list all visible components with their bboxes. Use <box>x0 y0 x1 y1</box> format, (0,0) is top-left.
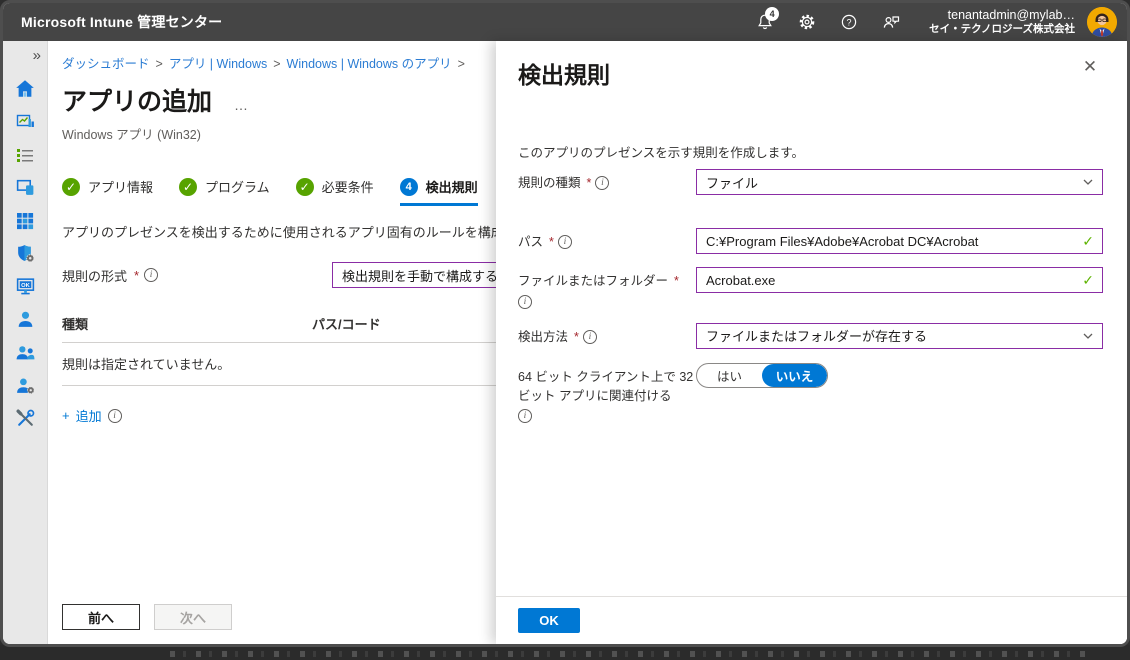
detection-method-select[interactable]: ファイルまたはフォルダーが存在する <box>696 323 1103 349</box>
path-input[interactable] <box>696 228 1103 254</box>
help-button[interactable]: ? <box>831 4 867 40</box>
page-title: アプリの追加 <box>62 82 212 118</box>
panel-title: 検出規則 <box>518 56 1105 90</box>
sidebar-item-home[interactable] <box>8 72 42 105</box>
ok-button[interactable]: OK <box>518 608 580 633</box>
check-circle-icon: ✓ <box>296 178 314 196</box>
step-program[interactable]: ✓ プログラム <box>179 177 270 203</box>
info-icon[interactable]: i <box>583 330 597 344</box>
reports-icon: OK <box>15 276 36 297</box>
info-icon[interactable]: i <box>595 176 609 190</box>
file-folder-input[interactable] <box>696 267 1103 293</box>
topbar-actions: 4 ? <box>747 4 1117 40</box>
tenant-name: セイ・テクノロジーズ株式会社 <box>929 23 1075 36</box>
svg-text:OK: OK <box>21 283 30 289</box>
sidebar-item-users[interactable] <box>8 303 42 336</box>
sidebar-item-troubleshooting[interactable] <box>8 402 42 435</box>
app-title: Microsoft Intune 管理センター <box>21 12 222 32</box>
feedback-icon <box>882 13 901 31</box>
next-button[interactable]: 次へ <box>154 604 232 630</box>
chevron-down-icon <box>1083 332 1093 340</box>
path-label: パス* i <box>518 228 696 252</box>
gear-icon <box>798 13 816 31</box>
home-icon <box>14 78 36 100</box>
sidebar-item-devices[interactable] <box>8 171 42 204</box>
chevron-down-icon <box>1083 178 1093 186</box>
check-circle-icon: ✓ <box>179 178 197 196</box>
required-marker: * <box>134 268 139 283</box>
step-number-badge: 4 <box>400 178 418 196</box>
previous-button[interactable]: 前へ <box>62 604 140 630</box>
column-header-type: 種類 <box>62 314 312 333</box>
breadcrumb-link-windows-apps[interactable]: Windows | Windows のアプリ <box>287 57 452 71</box>
sidebar-item-tenant-admin[interactable] <box>8 369 42 402</box>
browser-window: Microsoft Intune 管理センター 4 <box>0 0 1130 647</box>
check-circle-icon: ✓ <box>62 178 80 196</box>
help-icon: ? <box>840 13 858 31</box>
users-icon <box>15 309 36 330</box>
notification-badge: 4 <box>765 7 779 21</box>
info-icon[interactable]: i <box>518 295 532 309</box>
svg-text:?: ? <box>847 17 852 27</box>
breadcrumb-link-apps-windows[interactable]: アプリ | Windows <box>169 57 267 71</box>
dashboard-icon <box>15 112 35 132</box>
left-nav: » <box>3 41 48 644</box>
user-avatar[interactable] <box>1087 7 1117 37</box>
associate-32bit-toggle: はい いいえ <box>696 363 828 388</box>
step-app-info[interactable]: ✓ アプリ情報 <box>62 177 153 203</box>
sidebar-item-reports[interactable]: OK <box>8 270 42 303</box>
page-context-menu[interactable]: … <box>234 97 250 113</box>
close-icon[interactable]: ✕ <box>1081 57 1099 75</box>
step-requirements[interactable]: ✓ 必要条件 <box>296 177 374 203</box>
sidebar-item-all-services[interactable] <box>8 138 42 171</box>
feedback-button[interactable] <box>873 4 909 40</box>
endpoint-security-icon <box>15 243 36 264</box>
sidebar-item-endpoint-security[interactable] <box>8 237 42 270</box>
info-icon[interactable]: i <box>108 409 122 423</box>
devices-icon <box>15 177 36 198</box>
top-bar: Microsoft Intune 管理センター 4 <box>3 3 1127 41</box>
plus-icon: + <box>62 408 70 423</box>
user-email: tenantadmin@mylab… <box>929 8 1075 24</box>
toggle-option-yes[interactable]: はい <box>697 364 762 387</box>
file-folder-label: ファイルまたはフォルダー* i <box>518 267 696 309</box>
column-header-path-code: パス/コード <box>312 314 381 333</box>
notifications-button[interactable]: 4 <box>747 4 783 40</box>
toggle-option-no[interactable]: いいえ <box>762 364 827 387</box>
step-detection-rules[interactable]: 4 検出規則 <box>400 177 478 206</box>
associate-32bit-label: 64 ビット クライアント上で 32 ビット アプリに関連付ける i <box>518 363 696 424</box>
panel-description: このアプリのプレゼンスを示す規則を作成します。 <box>518 142 1105 161</box>
troubleshooting-icon <box>15 408 36 429</box>
all-services-icon <box>15 145 35 165</box>
panel-footer: OK <box>496 596 1127 644</box>
user-info[interactable]: tenantadmin@mylab… セイ・テクノロジーズ株式会社 <box>929 8 1075 37</box>
apps-icon <box>15 211 35 231</box>
sidebar-item-dashboard[interactable] <box>8 105 42 138</box>
rule-format-label: 規則の形式* i <box>62 266 332 285</box>
info-icon[interactable]: i <box>144 268 158 282</box>
os-taskbar-sliver <box>0 645 1130 660</box>
tenant-admin-icon <box>15 375 36 396</box>
rule-type-label: 規則の種類* i <box>518 169 696 193</box>
add-rule-link[interactable]: + 追加 i <box>62 406 122 425</box>
taskbar-noise <box>170 651 1090 657</box>
wizard-footer: 前へ 次へ <box>62 604 232 630</box>
sidebar-item-groups[interactable] <box>8 336 42 369</box>
sidebar-item-apps[interactable] <box>8 204 42 237</box>
breadcrumb-link-dashboard[interactable]: ダッシュボード <box>62 57 150 71</box>
info-icon[interactable]: i <box>518 409 532 423</box>
chevron-double-right-icon[interactable]: » <box>33 47 41 64</box>
groups-icon <box>15 342 36 363</box>
rule-type-select[interactable]: ファイル <box>696 169 1103 195</box>
detection-method-label: 検出方法* i <box>518 323 696 347</box>
settings-button[interactable] <box>789 4 825 40</box>
detection-rule-flyout: 検出規則 ✕ このアプリのプレゼンスを示す規則を作成します。 規則の種類* i … <box>496 41 1127 644</box>
info-icon[interactable]: i <box>558 235 572 249</box>
